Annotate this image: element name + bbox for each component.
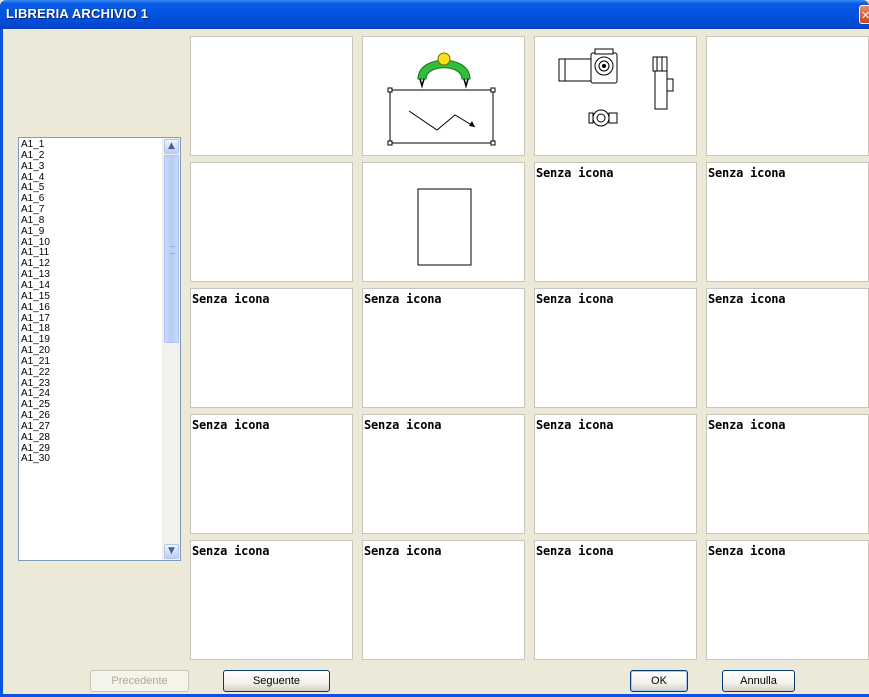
icon-cell[interactable] (706, 36, 869, 156)
icon-cell[interactable]: Senza icona (706, 540, 869, 660)
cell-label: Senza icona (364, 418, 442, 432)
cell-label: Senza icona (192, 418, 270, 432)
cell-label: Senza icona (708, 166, 786, 180)
previous-button[interactable]: Precedente (90, 670, 189, 692)
grip-icon (170, 246, 175, 254)
cell-label: Senza icona (708, 544, 786, 558)
close-button[interactable]: ✕ (859, 5, 869, 24)
ok-button[interactable]: OK (630, 670, 688, 692)
icon-cell[interactable] (362, 162, 525, 282)
scroll-up-button[interactable]: ▲ (164, 139, 179, 154)
cell-label: Senza icona (192, 292, 270, 306)
scroll-down-button[interactable]: ▼ (164, 544, 179, 559)
cell-label: Senza icona (192, 544, 270, 558)
list-scrollbar[interactable]: ▲ ▼ (162, 138, 180, 560)
icon-cell[interactable]: Senza icona (362, 540, 525, 660)
icon-cell[interactable] (362, 36, 525, 156)
icon-cell[interactable]: Senza icona (190, 288, 353, 408)
icon-cell[interactable] (534, 36, 697, 156)
chevron-down-icon: ▼ (168, 546, 175, 556)
icon-cell[interactable]: Senza icona (534, 288, 697, 408)
icon-cell[interactable]: Senza icona (534, 414, 697, 534)
cell-label: Senza icona (536, 418, 614, 432)
window-title: LIBRERIA ARCHIVIO 1 (6, 6, 149, 21)
cell-label: Senza icona (364, 544, 442, 558)
close-icon: ✕ (861, 9, 869, 22)
cell-label: Senza icona (536, 544, 614, 558)
icon-cell[interactable]: Senza icona (534, 162, 697, 282)
list-item[interactable]: A1_9 (21, 226, 163, 238)
cell-label: Senza icona (708, 292, 786, 306)
icon-cell[interactable]: Senza icona (190, 540, 353, 660)
chevron-up-icon: ▲ (168, 141, 175, 151)
cell-label: Senza icona (536, 166, 614, 180)
list-item[interactable]: A1_30 (21, 454, 163, 465)
list-item[interactable]: A1_3 (21, 161, 163, 173)
icon-cell[interactable] (190, 36, 353, 156)
list-item[interactable]: A1_22 (21, 367, 163, 379)
icon-cell[interactable]: Senza icona (362, 288, 525, 408)
icon-cell[interactable]: Senza icona (190, 414, 353, 534)
icon-cell[interactable]: Senza icona (706, 414, 869, 534)
icon-cell[interactable]: Senza icona (706, 288, 869, 408)
scroll-thumb[interactable] (164, 155, 179, 343)
list-item[interactable]: A1_28 (21, 432, 163, 444)
list-items: A1_1 A1_2 A1_3 A1_4 A1_5 A1_6 A1_7 A1_8 A1_9 A1_1… (21, 139, 163, 465)
icon-cell[interactable]: Senza icona (706, 162, 869, 282)
title-bar[interactable]: LIBRERIA ARCHIVIO 1 ✕ (0, 0, 869, 29)
list-item[interactable]: A1_16 (21, 302, 163, 314)
icon-cell[interactable]: Senza icona (362, 414, 525, 534)
icon-cell[interactable]: Senza icona (534, 540, 697, 660)
cell-label: Senza icona (708, 418, 786, 432)
cell-label: Senza icona (536, 292, 614, 306)
cell-label: Senza icona (364, 292, 442, 306)
icon-cell[interactable] (190, 162, 353, 282)
cancel-button[interactable]: Annulla (722, 670, 795, 692)
next-button[interactable]: Seguente (223, 670, 330, 692)
archive-listbox[interactable]: A1_1 A1_2 A1_3 A1_4 A1_5 A1_6 A1_7 A1_8 A1_9 A1_1… (18, 137, 181, 561)
window-frame-left (0, 29, 3, 697)
